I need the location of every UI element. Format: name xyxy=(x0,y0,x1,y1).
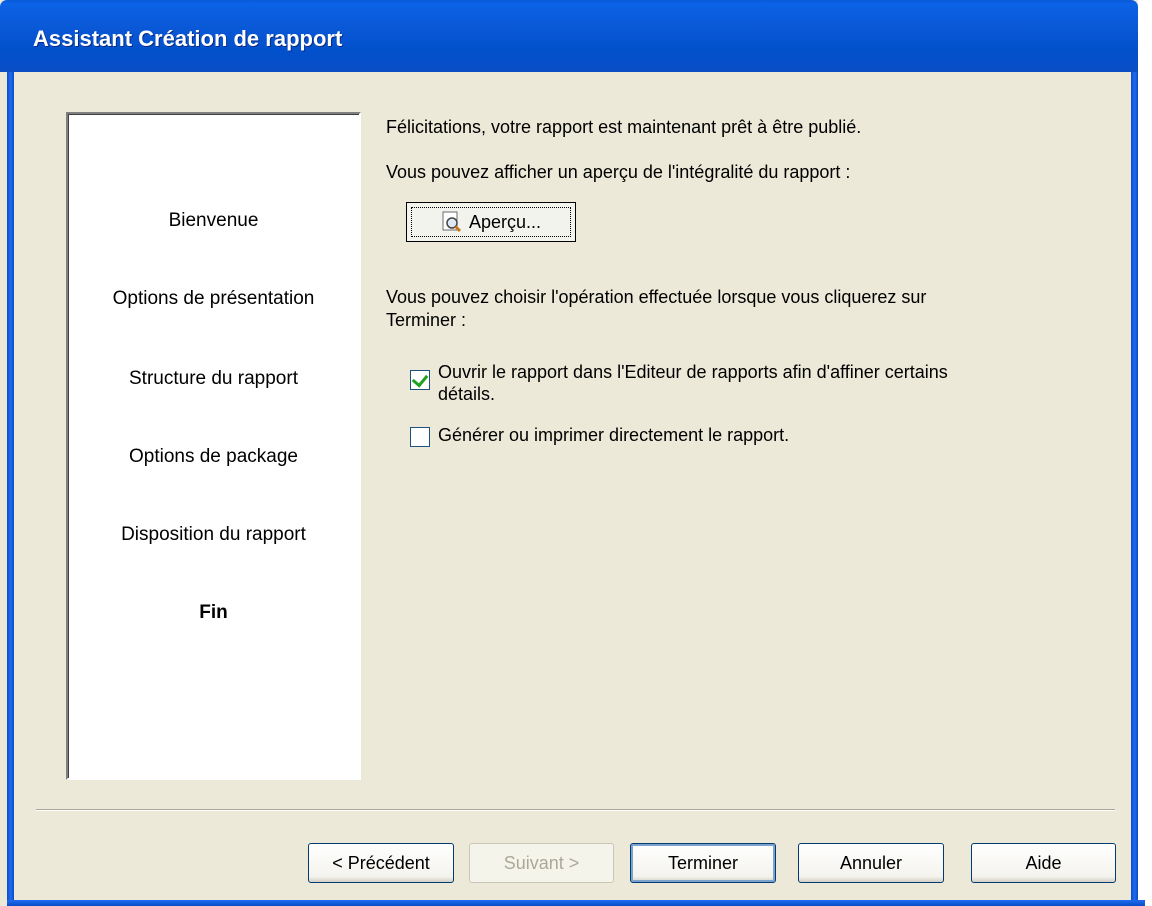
footer-separator xyxy=(36,809,1115,811)
open-in-editor-checkbox[interactable] xyxy=(410,370,430,390)
window-frame-right xyxy=(1131,72,1138,906)
cancel-button[interactable]: Annuler xyxy=(798,843,944,883)
open-in-editor-label-line2[interactable]: détails. xyxy=(438,384,495,405)
step-disposition-rapport: Disposition du rapport xyxy=(121,524,306,545)
generate-print-checkbox[interactable] xyxy=(410,427,430,447)
help-button-label: Aide xyxy=(1025,852,1062,873)
finish-button-label: Terminer xyxy=(667,852,738,873)
preview-button[interactable]: Aperçu... xyxy=(406,202,576,242)
step-options-presentation: Options de présentation xyxy=(112,288,315,309)
previous-button[interactable]: < Précédent xyxy=(308,843,454,883)
checkmark-icon xyxy=(411,370,429,388)
finish-button[interactable]: Terminer xyxy=(630,843,776,883)
window-frame-bottom xyxy=(7,900,1145,906)
step-bienvenue: Bienvenue xyxy=(168,210,259,231)
title-bar[interactable]: Assistant Création de rapport xyxy=(0,0,1138,72)
steps-panel: Bienvenue Options de présentation Struct… xyxy=(66,112,361,780)
step-fin: Fin xyxy=(199,602,228,623)
wizard-window: Assistant Création de rapport Bienvenue … xyxy=(0,0,1145,906)
step-structure-rapport: Structure du rapport xyxy=(129,368,298,389)
window-title: Assistant Création de rapport xyxy=(33,26,343,51)
help-button[interactable]: Aide xyxy=(971,843,1116,883)
finish-intro-line2: Terminer : xyxy=(386,310,467,330)
next-button[interactable]: Suivant > xyxy=(469,843,614,883)
next-button-label: Suivant > xyxy=(503,852,580,873)
step-options-package: Options de package xyxy=(128,446,298,467)
generate-print-label[interactable]: Générer ou imprimer directement le rappo… xyxy=(438,425,789,446)
preview-intro-text: Vous pouvez afficher un aperçu de l'inté… xyxy=(386,162,851,182)
finish-intro-line1: Vous pouvez choisir l'opération effectué… xyxy=(386,287,927,307)
congrats-text: Félicitations, votre rapport est mainten… xyxy=(386,117,862,137)
window-frame-left xyxy=(7,72,14,906)
previous-button-label: < Précédent xyxy=(332,852,430,873)
preview-button-label: Aperçu... xyxy=(468,211,542,232)
open-in-editor-label-line1[interactable]: Ouvrir le rapport dans l'Editeur de rapp… xyxy=(438,362,948,383)
cancel-button-label: Annuler xyxy=(839,852,903,873)
dialog-body: Bienvenue Options de présentation Struct… xyxy=(14,72,1131,900)
